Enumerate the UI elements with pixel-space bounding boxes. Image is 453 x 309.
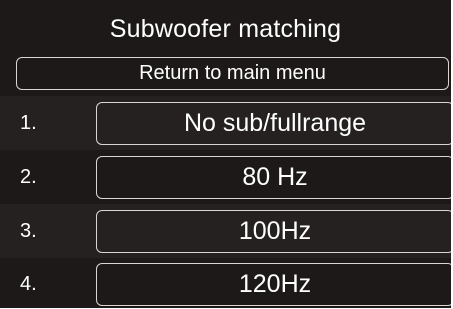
option-row-1: 1. No sub/fullrange (0, 96, 451, 150)
option-row-4: 4. 120Hz (0, 257, 451, 308)
option-row-3: 3. 100Hz (0, 204, 451, 258)
option-100hz-button[interactable]: 100Hz (96, 210, 451, 253)
option-number: 2. (20, 166, 37, 188)
page-title: Subwoofer matching (109, 15, 342, 43)
return-to-main-menu-button[interactable]: Return to main menu (16, 57, 449, 90)
option-row-2: 2. 80 Hz (0, 150, 451, 204)
option-no-sub-button[interactable]: No sub/fullrange (96, 102, 451, 145)
option-number: 3. (20, 220, 37, 242)
option-number: 1. (20, 112, 37, 134)
option-80hz-button[interactable]: 80 Hz (96, 156, 451, 199)
option-120hz-button[interactable]: 120Hz (96, 263, 451, 306)
option-number: 4. (20, 273, 37, 295)
subwoofer-matching-screen: Subwoofer matching Return to main menu 1… (0, 0, 451, 308)
